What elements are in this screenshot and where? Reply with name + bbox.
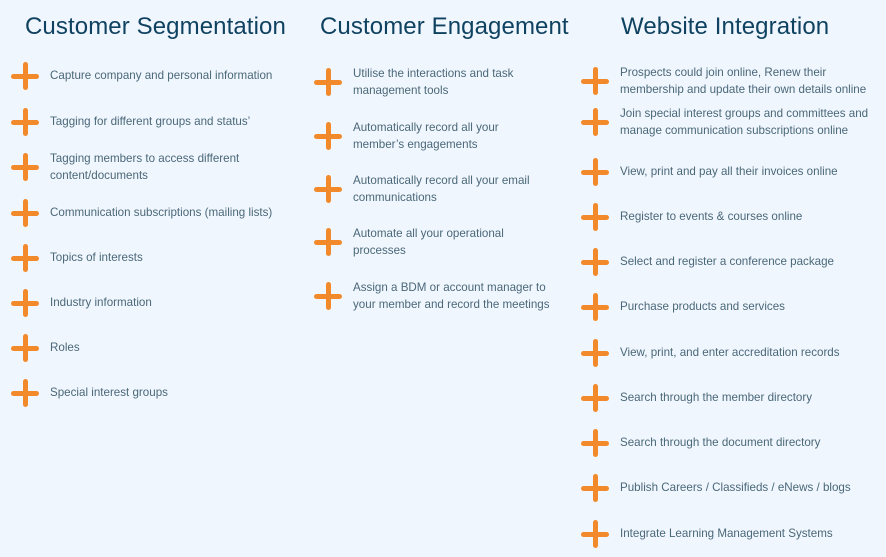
feature-text-line: Integrate Learning Management Systems — [620, 527, 833, 541]
feature-text: Join special interest groups and committ… — [620, 105, 868, 140]
plus-icon — [314, 175, 342, 203]
feature-text: Automatically record all your email commu… — [353, 172, 530, 207]
feature-text-line: Tagging members to access different — [50, 151, 240, 165]
feature-text: Automate all your operational processes — [353, 225, 504, 260]
feature-text: Special interest groups — [50, 384, 168, 402]
plus-icon — [314, 68, 342, 96]
plus-icon — [314, 228, 342, 256]
feature-text-line: View, print, and enter accreditation rec… — [620, 346, 840, 360]
feature-text: Assign a BDM or account manager to your m… — [353, 279, 550, 314]
feature-text-line: Topics of interests — [50, 251, 143, 265]
plus-icon — [11, 379, 39, 407]
column-title: Website Integration — [621, 13, 830, 40]
feature-text: Communication subscriptions (mailing lis… — [50, 204, 272, 222]
plus-icon — [11, 108, 39, 136]
feature-text: Roles — [50, 339, 80, 357]
feature-text: Automatically record all your member’s en… — [353, 119, 499, 154]
feature-text-line: manage communication subscriptions onlin… — [620, 124, 849, 137]
plus-icon — [581, 520, 609, 548]
feature-text-line: Join special interest groups and committ… — [620, 106, 869, 120]
feature-text-line: content/documents — [50, 169, 148, 182]
feature-text: Search through the member directory — [620, 389, 812, 407]
column-title: Customer Engagement — [320, 13, 569, 40]
feature-text-line: your member and record the meetings — [353, 298, 550, 311]
feature-text: Publish Careers / Classifieds / eNews / … — [620, 479, 851, 497]
plus-icon — [314, 122, 342, 150]
plus-icon — [581, 293, 609, 321]
feature-text-line: processes — [353, 244, 406, 257]
feature-text-line: Tagging for different groups and status’ — [50, 115, 251, 129]
feature-text: Purchase products and services — [620, 298, 785, 316]
feature-text: Select and register a conference package — [620, 253, 834, 271]
plus-icon — [581, 203, 609, 231]
feature-text-line: membership and update their own details … — [620, 83, 867, 96]
feature-text: Capture company and personal information — [50, 67, 272, 85]
feature-text: Tagging members to access different conte… — [50, 150, 239, 185]
plus-icon — [11, 153, 39, 181]
feature-text-line: management tools — [353, 84, 449, 97]
plus-icon — [314, 282, 342, 310]
feature-text-line: Search through the document directory — [620, 436, 821, 450]
feature-text-line: Search through the member directory — [620, 391, 813, 405]
feature-text: Tagging for different groups and status’ — [50, 113, 250, 131]
feature-text: Search through the document directory — [620, 434, 820, 452]
feature-text-line: Automatically record all your — [353, 120, 499, 134]
feature-text-line: Select and register a conference package — [620, 255, 834, 269]
feature-text-line: Utilise the interactions and task — [353, 66, 514, 80]
plus-icon — [581, 67, 609, 95]
feature-text-line: Prospects could join online, Renew their — [620, 65, 827, 79]
feature-text-line: Automatically record all your email — [353, 173, 530, 187]
feature-text-line: Special interest groups — [50, 386, 168, 400]
plus-icon — [581, 474, 609, 502]
plus-icon — [11, 334, 39, 362]
feature-text-line: Roles — [50, 341, 80, 355]
plus-icon — [581, 429, 609, 457]
feature-text: Topics of interests — [50, 249, 143, 267]
plus-icon — [581, 248, 609, 276]
feature-text-line: Automate all your operational — [353, 226, 504, 240]
feature-text: Industry information — [50, 294, 152, 312]
feature-text: View, print and pay all their invoices o… — [620, 163, 838, 181]
plus-icon — [11, 244, 39, 272]
feature-text-line: Assign a BDM or account manager to — [353, 280, 546, 294]
feature-text-line: member’s engagements — [353, 138, 478, 151]
feature-text-line: View, print and pay all their invoices o… — [620, 165, 838, 179]
plus-icon — [11, 289, 39, 317]
plus-icon — [11, 62, 39, 90]
feature-text-line: Publish Careers / Classifieds / eNews / … — [620, 481, 851, 495]
column-title: Customer Segmentation — [25, 13, 286, 40]
feature-text: Register to events & courses online — [620, 208, 802, 226]
feature-text: Integrate Learning Management Systems — [620, 525, 833, 543]
feature-text-line: Capture company and personal information — [50, 69, 273, 83]
plus-icon — [581, 158, 609, 186]
feature-text: View, print, and enter accreditation rec… — [620, 344, 840, 362]
feature-text-line: Industry information — [50, 296, 152, 310]
plus-icon — [581, 384, 609, 412]
feature-text-line: Purchase products and services — [620, 300, 785, 314]
feature-text-line: Communication subscriptions (mailing lis… — [50, 206, 273, 220]
plus-icon — [11, 199, 39, 227]
feature-text-line: Register to events & courses online — [620, 210, 803, 224]
feature-text-line: communications — [353, 191, 437, 204]
plus-icon — [581, 339, 609, 367]
feature-text: Utilise the interactions and task managem… — [353, 65, 513, 100]
feature-text: Prospects could join online, Renew their… — [620, 64, 866, 99]
plus-icon — [581, 108, 609, 136]
